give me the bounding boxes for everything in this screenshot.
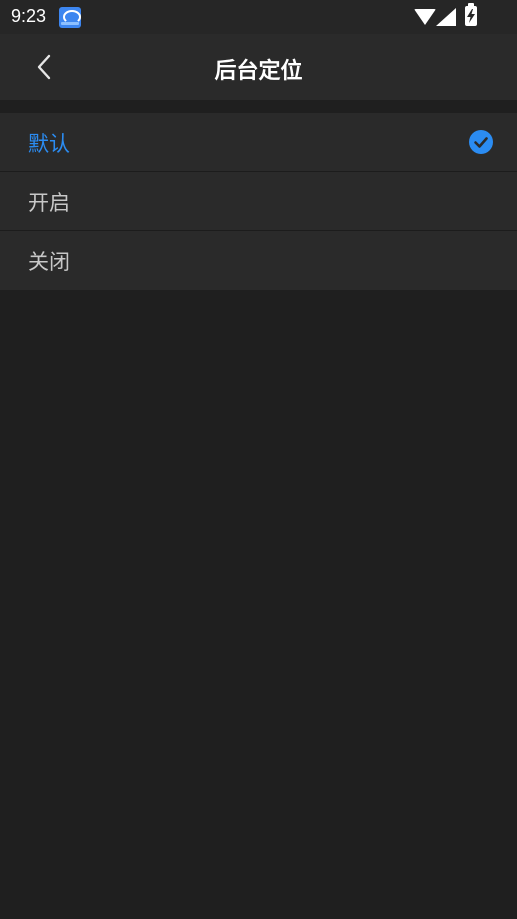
wifi-icon: [414, 9, 436, 25]
option-list: 默认 开启 关闭: [0, 113, 517, 290]
screen: 9:23 后台定位 默认 开启 关闭: [0, 0, 517, 919]
option-label: 开启: [28, 191, 70, 215]
header: 后台定位: [0, 34, 517, 100]
option-item-on[interactable]: 开启: [0, 172, 517, 231]
check-circle-icon: [469, 130, 493, 154]
option-label: 默认: [28, 132, 70, 156]
status-bar: 9:23: [0, 0, 517, 34]
status-time: 9:23: [11, 6, 47, 26]
option-label: 关闭: [28, 250, 70, 274]
page-title: 后台定位: [214, 59, 303, 84]
battery-charging-icon: [465, 3, 477, 26]
cellular-signal-icon: [436, 8, 456, 26]
option-item-default[interactable]: 默认: [0, 113, 517, 172]
option-item-off[interactable]: 关闭: [0, 231, 517, 290]
app-notification-icon: [59, 7, 81, 28]
